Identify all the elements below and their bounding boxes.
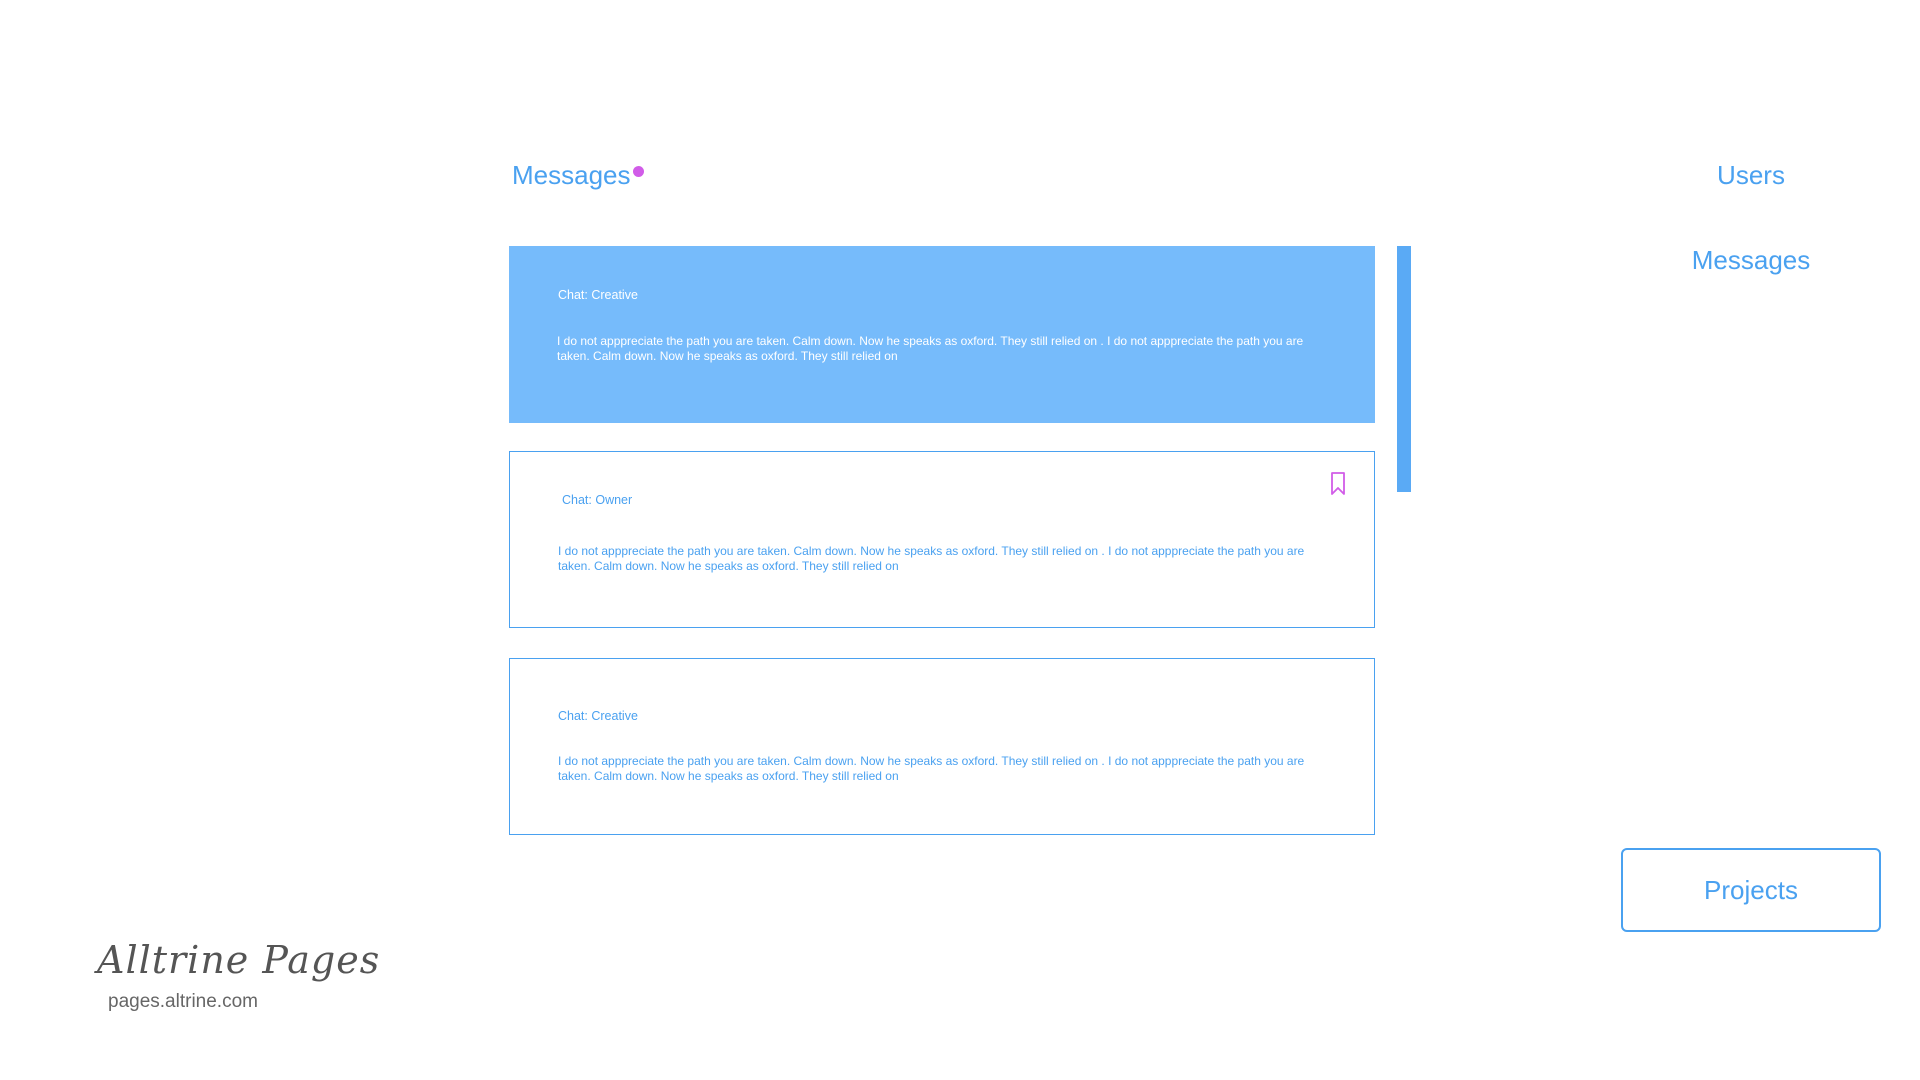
message-card[interactable]: Chat: Creative I do not apppreciate the …	[509, 658, 1375, 835]
projects-button[interactable]: Projects	[1621, 848, 1881, 932]
bookmark-icon[interactable]	[1330, 472, 1346, 496]
notification-dot	[633, 166, 644, 177]
message-card[interactable]: Chat: Owner I do not apppreciate the pat…	[509, 451, 1375, 628]
message-body: I do not apppreciate the path you are ta…	[558, 754, 1305, 783]
message-body: I do not apppreciate the path you are ta…	[557, 334, 1304, 363]
message-body: I do not apppreciate the path you are ta…	[558, 544, 1305, 573]
brand-url: pages.altrine.com	[108, 991, 258, 1012]
message-title: Chat: Owner	[562, 493, 633, 507]
message-card[interactable]: Chat: Creative I do not apppreciate the …	[509, 246, 1375, 423]
nav-users[interactable]: Users	[1621, 160, 1881, 191]
message-title: Chat: Creative	[558, 709, 638, 723]
nav-messages[interactable]: Messages	[1621, 245, 1881, 276]
page-title: Messages	[512, 160, 631, 190]
scrollbar[interactable]	[1397, 246, 1411, 492]
brand-logo-text: Alltrine Pages	[97, 938, 381, 982]
message-title: Chat: Creative	[558, 288, 638, 302]
page: Messages Chat: Creative I do not appprec…	[0, 0, 1920, 1080]
